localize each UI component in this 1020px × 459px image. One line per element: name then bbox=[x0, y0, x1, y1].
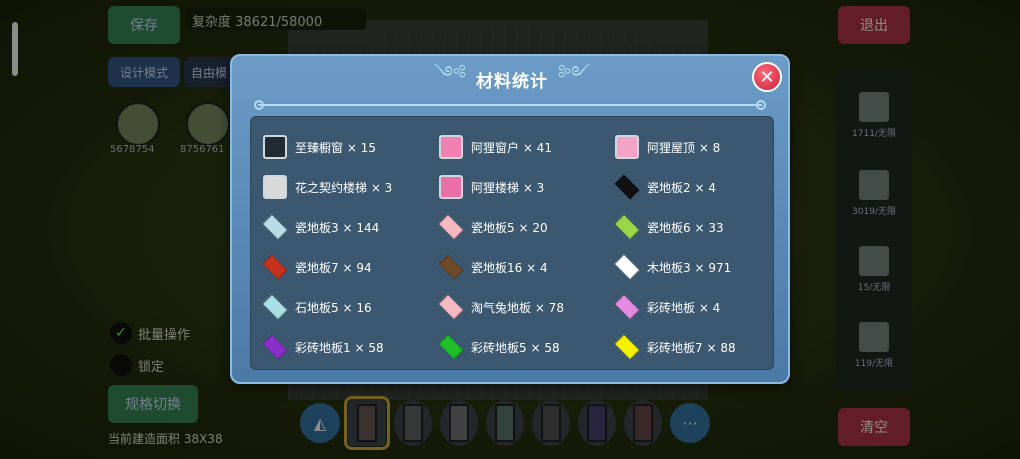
material-item: 彩砖地板5 × 58 bbox=[437, 327, 613, 367]
material-label: 瓷地板5 × 20 bbox=[471, 220, 548, 235]
material-label: 阿狸屋顶 × 8 bbox=[647, 140, 721, 155]
material-label: 瓷地板2 × 4 bbox=[647, 180, 716, 195]
material-item: 瓷地板2 × 4 bbox=[613, 167, 773, 207]
material-stats-dialog: ༺ 材料统计 ༻ ✕ 至臻橱窗 × 15 阿狸窗户 × 41 阿狸屋顶 × 8 花之契… bbox=[230, 54, 790, 384]
swirl-ornament-icon: ༺ bbox=[434, 61, 466, 85]
floor-tile-icon bbox=[261, 253, 289, 281]
material-label: 彩砖地板 × 4 bbox=[647, 300, 721, 315]
material-item: 至臻橱窗 × 15 bbox=[261, 127, 437, 167]
floor-tile-icon bbox=[437, 293, 465, 321]
floor-tile-icon bbox=[613, 253, 641, 281]
divider bbox=[258, 104, 762, 106]
material-label: 阿狸窗户 × 41 bbox=[471, 140, 552, 155]
floor-tile-icon bbox=[613, 213, 641, 241]
material-label: 淘气兔地板 × 78 bbox=[471, 300, 564, 315]
material-item: 瓷地板16 × 4 bbox=[437, 247, 613, 287]
material-item: 阿狸楼梯 × 3 bbox=[437, 167, 613, 207]
material-label: 瓷地板3 × 144 bbox=[295, 220, 380, 235]
material-item: 阿狸窗户 × 41 bbox=[437, 127, 613, 167]
material-label: 瓷地板6 × 33 bbox=[647, 220, 724, 235]
material-item: 花之契约楼梯 × 3 bbox=[261, 167, 437, 207]
dialog-header: ༺ 材料统计 ༻ bbox=[412, 61, 612, 94]
material-label: 石地板5 × 16 bbox=[295, 300, 372, 315]
material-label: 阿狸楼梯 × 3 bbox=[471, 180, 545, 195]
material-item: 瓷地板3 × 144 bbox=[261, 207, 437, 247]
fox-window-icon bbox=[437, 133, 465, 161]
material-item: 彩砖地板1 × 58 bbox=[261, 327, 437, 367]
fox-roof-icon bbox=[613, 133, 641, 161]
material-label: 木地板3 × 971 bbox=[647, 260, 732, 275]
floor-tile-icon bbox=[261, 333, 289, 361]
material-item: 阿狸屋顶 × 8 bbox=[613, 127, 773, 167]
material-item: 彩砖地板7 × 88 bbox=[613, 327, 773, 367]
flower-stair-icon bbox=[261, 173, 289, 201]
material-label: 至臻橱窗 × 15 bbox=[295, 140, 376, 155]
floor-tile-icon bbox=[437, 213, 465, 241]
fox-stair-icon bbox=[437, 173, 465, 201]
material-item: 瓷地板7 × 94 bbox=[261, 247, 437, 287]
material-grid: 至臻橱窗 × 15 阿狸窗户 × 41 阿狸屋顶 × 8 花之契约楼梯 × 3 阿狸楼梯… bbox=[261, 127, 773, 367]
material-list: 至臻橱窗 × 15 阿狸窗户 × 41 阿狸屋顶 × 8 花之契约楼梯 × 3 阿狸楼梯… bbox=[250, 116, 774, 370]
material-label: 瓷地板16 × 4 bbox=[471, 260, 548, 275]
close-icon: ✕ bbox=[759, 66, 775, 88]
divider-ornament bbox=[756, 100, 766, 110]
material-label: 彩砖地板5 × 58 bbox=[471, 340, 560, 355]
material-item: 瓷地板6 × 33 bbox=[613, 207, 773, 247]
floor-tile-icon bbox=[437, 253, 465, 281]
floor-tile-icon bbox=[261, 293, 289, 321]
floor-tile-icon bbox=[613, 333, 641, 361]
floor-tile-icon bbox=[613, 173, 641, 201]
material-label: 花之契约楼梯 × 3 bbox=[295, 180, 393, 195]
dialog-title: 材料统计 bbox=[476, 71, 548, 92]
floor-tile-icon bbox=[261, 213, 289, 241]
material-item: 木地板3 × 971 bbox=[613, 247, 773, 287]
material-item: 石地板5 × 16 bbox=[261, 287, 437, 327]
swirl-ornament-icon: ༻ bbox=[558, 61, 590, 85]
material-label: 彩砖地板7 × 88 bbox=[647, 340, 736, 355]
material-item: 淘气兔地板 × 78 bbox=[437, 287, 613, 327]
material-item: 瓷地板5 × 20 bbox=[437, 207, 613, 247]
floor-tile-icon bbox=[613, 293, 641, 321]
floor-tile-icon bbox=[437, 333, 465, 361]
material-item: 彩砖地板 × 4 bbox=[613, 287, 773, 327]
material-label: 彩砖地板1 × 58 bbox=[295, 340, 384, 355]
window-frame-icon bbox=[261, 133, 289, 161]
material-label: 瓷地板7 × 94 bbox=[295, 260, 372, 275]
close-button[interactable]: ✕ bbox=[752, 62, 782, 92]
divider-ornament bbox=[254, 100, 264, 110]
